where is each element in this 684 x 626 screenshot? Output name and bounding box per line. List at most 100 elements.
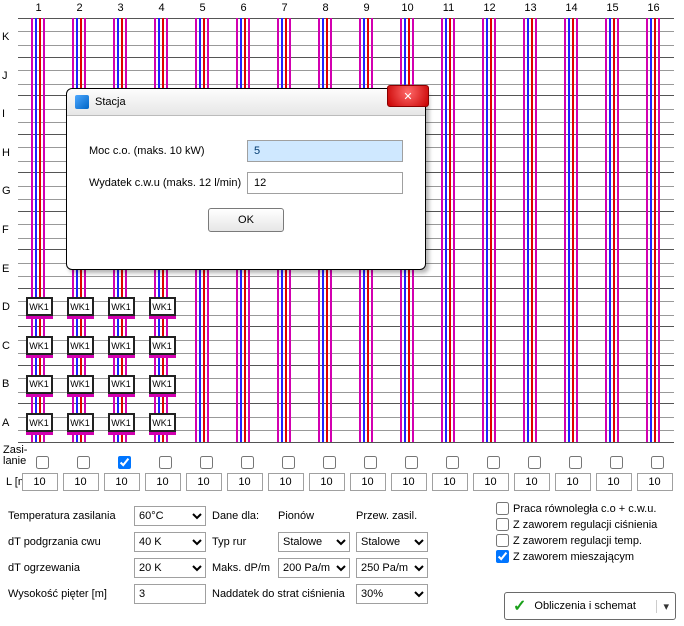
app-icon xyxy=(75,95,89,109)
lm-input[interactable] xyxy=(22,473,58,491)
wk-box[interactable]: WK1 xyxy=(67,413,94,432)
zasilanie-checkbox[interactable] xyxy=(528,456,541,469)
cb-temp[interactable] xyxy=(496,534,509,547)
lm-input[interactable] xyxy=(145,473,181,491)
wk-box[interactable]: WK1 xyxy=(26,297,53,316)
zasilanie-checkbox[interactable] xyxy=(405,456,418,469)
row-header: I xyxy=(2,108,16,120)
lm-input[interactable] xyxy=(268,473,304,491)
lm-input[interactable] xyxy=(514,473,550,491)
right-options: Praca równoległa c.o + c.w.u. Z zaworem … xyxy=(496,502,676,566)
wk-box[interactable]: WK1 xyxy=(149,413,176,432)
temp-zasilania-select[interactable]: 60°C xyxy=(134,506,206,526)
wk-box[interactable]: WK1 xyxy=(149,375,176,394)
wk-box[interactable]: WK1 xyxy=(108,375,135,394)
lm-input[interactable] xyxy=(227,473,263,491)
col-header: 9 xyxy=(346,2,387,14)
wk-box[interactable]: WK1 xyxy=(149,297,176,316)
przew-header: Przew. zasil. xyxy=(356,510,428,522)
wk-box[interactable]: WK1 xyxy=(108,297,135,316)
zasilanie-checkbox[interactable] xyxy=(446,456,459,469)
chevron-down-icon[interactable]: ▾ xyxy=(656,600,669,613)
moc-input[interactable] xyxy=(247,140,403,162)
moc-label: Moc c.o. (maks. 10 kW) xyxy=(89,145,247,157)
close-button[interactable]: ✕ xyxy=(387,85,429,107)
zasilanie-checkbox[interactable] xyxy=(364,456,377,469)
dt-ogrzewania-select[interactable]: 20 K xyxy=(134,558,206,578)
typ-rur-piony-select[interactable]: Stalowe xyxy=(278,532,350,552)
row-header: G xyxy=(2,185,16,197)
cb-temp-label: Z zaworem regulacji temp. xyxy=(513,535,642,547)
zasilanie-checkbox[interactable] xyxy=(77,456,90,469)
wysokosc-label: Wysokość pięter [m] xyxy=(8,588,128,600)
wk-box[interactable]: WK1 xyxy=(67,375,94,394)
col-header: 12 xyxy=(469,2,510,14)
cb-temp-row[interactable]: Z zaworem regulacji temp. xyxy=(496,534,676,547)
lm-input[interactable] xyxy=(309,473,345,491)
row-header: B xyxy=(2,378,16,390)
lm-input[interactable] xyxy=(104,473,140,491)
wydatek-input[interactable] xyxy=(247,172,403,194)
zasilanie-checkbox[interactable] xyxy=(651,456,664,469)
lm-input[interactable] xyxy=(637,473,673,491)
row-header: J xyxy=(2,70,16,82)
zasilanie-checkbox[interactable] xyxy=(200,456,213,469)
zasilanie-checkbox[interactable] xyxy=(610,456,623,469)
zasilanie-checkbox[interactable] xyxy=(487,456,500,469)
zasilanie-checkbox[interactable] xyxy=(323,456,336,469)
cb-cisn-row[interactable]: Z zaworem regulacji ciśnienia xyxy=(496,518,676,531)
zasilanie-checkbox[interactable] xyxy=(159,456,172,469)
wydatek-label: Wydatek c.w.u (maks. 12 l/min) xyxy=(89,177,247,189)
naddatek-label: Naddatek do strat ciśnienia xyxy=(212,588,350,600)
row-header: C xyxy=(2,340,16,352)
wk-box[interactable]: WK1 xyxy=(26,336,53,355)
wk-box[interactable]: WK1 xyxy=(26,413,53,432)
pionow-header: Pionów xyxy=(278,510,350,522)
cb-praca[interactable] xyxy=(496,502,509,515)
col-header: 15 xyxy=(592,2,633,14)
typ-rur-przew-select[interactable]: Stalowe xyxy=(356,532,428,552)
lm-input[interactable] xyxy=(555,473,591,491)
zasilanie-checkbox[interactable] xyxy=(36,456,49,469)
dane-dla-label: Dane dla: xyxy=(212,510,272,522)
cb-miesz[interactable] xyxy=(496,550,509,563)
maks-dp-przew-select[interactable]: 250 Pa/m xyxy=(356,558,428,578)
col-header: 8 xyxy=(305,2,346,14)
wk-box[interactable]: WK1 xyxy=(108,413,135,432)
zasilanie-checkbox[interactable] xyxy=(241,456,254,469)
lm-input[interactable] xyxy=(186,473,222,491)
cb-cisn-label: Z zaworem regulacji ciśnienia xyxy=(513,519,657,531)
wk-box[interactable]: WK1 xyxy=(67,297,94,316)
wk-box[interactable]: WK1 xyxy=(108,336,135,355)
maks-dp-piony-select[interactable]: 200 Pa/m xyxy=(278,558,350,578)
close-icon: ✕ xyxy=(403,90,412,103)
calc-button[interactable]: ✓ Obliczenia i schemat ▾ xyxy=(504,592,676,620)
wk-box[interactable]: WK1 xyxy=(26,375,53,394)
wk-box[interactable]: WK1 xyxy=(149,336,176,355)
zasilanie-checkbox[interactable] xyxy=(118,456,131,469)
cb-cisn[interactable] xyxy=(496,518,509,531)
col-header: 5 xyxy=(182,2,223,14)
col-header: 14 xyxy=(551,2,592,14)
calc-button-label: Obliczenia i schemat xyxy=(534,600,636,612)
lm-input[interactable] xyxy=(596,473,632,491)
ok-button[interactable]: OK xyxy=(208,208,284,232)
wk-box[interactable]: WK1 xyxy=(67,336,94,355)
col-header: 11 xyxy=(428,2,469,14)
lm-input[interactable] xyxy=(473,473,509,491)
lm-input[interactable] xyxy=(432,473,468,491)
naddatek-select[interactable]: 30% xyxy=(356,584,428,604)
dialog-titlebar[interactable]: Stacja ✕ xyxy=(67,89,425,116)
cb-praca-row[interactable]: Praca równoległa c.o + c.w.u. xyxy=(496,502,676,515)
zasilanie-checkbox[interactable] xyxy=(282,456,295,469)
row-header: E xyxy=(2,263,16,275)
dt-podgrzania-select[interactable]: 40 K xyxy=(134,532,206,552)
lm-input[interactable] xyxy=(63,473,99,491)
lm-input[interactable] xyxy=(391,473,427,491)
cb-praca-label: Praca równoległa c.o + c.w.u. xyxy=(513,503,656,515)
cb-miesz-row[interactable]: Z zaworem mieszającym xyxy=(496,550,676,563)
col-header: 1 xyxy=(18,2,59,14)
zasilanie-checkbox[interactable] xyxy=(569,456,582,469)
lm-input[interactable] xyxy=(350,473,386,491)
wysokosc-input[interactable] xyxy=(134,584,206,604)
